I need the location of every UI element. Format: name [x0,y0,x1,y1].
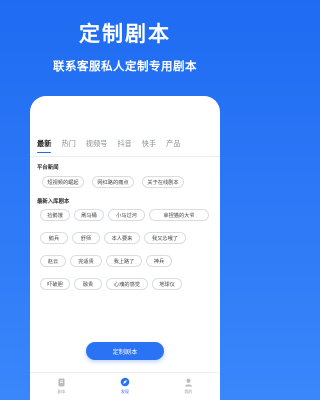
hero-subtitle: 联系客服私人定制专用剧本 [53,59,197,73]
tab-douyin[interactable]: 抖音 [117,139,131,149]
discover-icon [120,377,130,387]
chip-script[interactable]: 赵云 [40,255,66,267]
chip-script[interactable]: 融贵 [74,278,102,290]
chip-script[interactable]: 拿捏猫的大爷 [149,209,209,221]
chip-news[interactable]: 网红路的痛点 [92,176,134,188]
chip-script[interactable]: 本人要来 [104,232,140,244]
chip-script[interactable]: 吓破胆 [40,278,70,290]
phone-mockup: 最新 热门 视频号 抖音 快手 产品 平台新闻 短视频的崛起 网红路的痛点 关于… [30,96,220,400]
tab-divider [30,156,220,157]
category-tabs: 最新 热门 视频号 抖音 快手 产品 [30,137,220,153]
chip-script[interactable]: 刷马桶 [74,209,104,221]
profile-icon [183,377,193,387]
section-title-platform-news: 平台新闻 [37,165,59,171]
custom-script-button[interactable]: 定制剧本 [86,342,164,360]
hero-title: 定制剧本 [79,22,171,46]
chip-script[interactable]: 我又怂哦了 [144,232,186,244]
chip-news[interactable]: 短视频的崛起 [42,176,84,188]
chip-script[interactable]: 神兵 [146,255,172,267]
tabbar-item-profile[interactable]: 我的 [168,377,208,395]
tabbar-item-script[interactable]: 剧本 [42,377,82,395]
tab-latest[interactable]: 最新 [37,139,52,153]
chip-script[interactable]: 完适贵 [70,255,102,267]
chip-script[interactable]: 小马过河 [108,209,145,221]
chip-news[interactable]: 关于在线剧本 [142,176,184,188]
tabbar-item-discover[interactable]: 发现 [105,377,145,395]
tabbar-label: 剧本 [57,389,66,394]
tabbar-label: 发现 [120,389,129,394]
tabbar-label: 我的 [184,389,193,394]
tab-channels[interactable]: 视频号 [86,139,108,149]
tab-products[interactable]: 产品 [166,139,180,149]
chip-script[interactable]: 我上路了 [106,255,142,267]
script-icon [57,377,67,387]
tab-kuaishou[interactable]: 快手 [142,139,156,149]
section-title-latest-scripts: 最新入库剧本 [37,199,70,205]
tab-hot[interactable]: 热门 [61,139,75,149]
chip-script[interactable]: 鹅兵 [40,232,68,244]
chip-script[interactable]: 地球仪 [152,278,182,290]
chip-script[interactable]: 捡鹅饿 [40,209,70,221]
chip-script[interactable]: 舒师 [72,232,100,244]
chip-script[interactable]: 心魂的感觉 [106,278,148,290]
bottom-tabbar: 剧本 发现 我的 [30,372,220,400]
